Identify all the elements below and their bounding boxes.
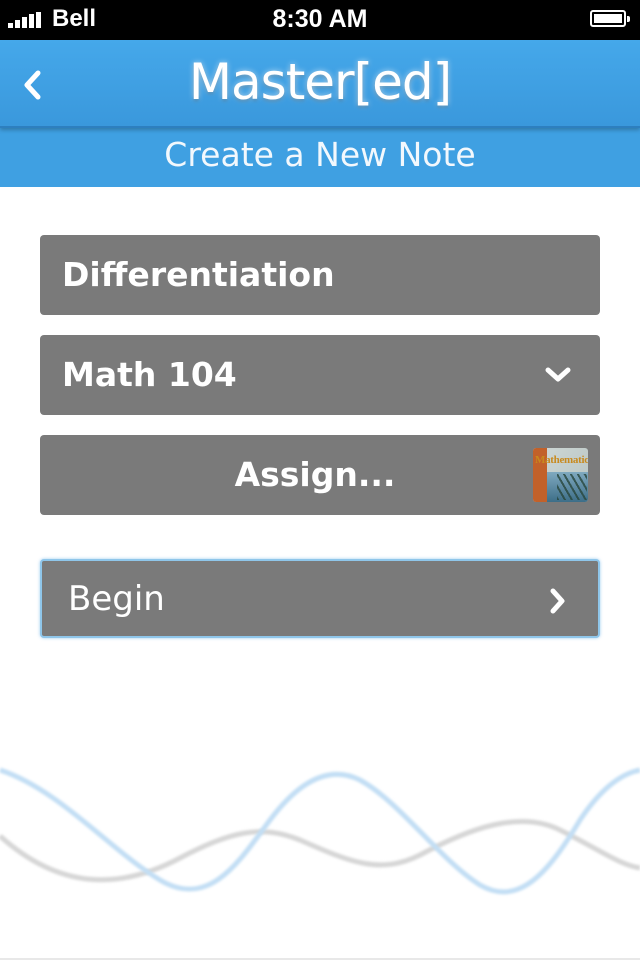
assign-button[interactable]: Assign... Mathematics [40, 435, 600, 515]
page-header: Create a New Note [0, 126, 640, 187]
subject-selected-value: Math 104 [62, 355, 237, 394]
navigation-bar: Master[ed] [0, 40, 640, 128]
page-title: Create a New Note [164, 135, 476, 174]
begin-button[interactable]: Begin [40, 559, 600, 638]
chevron-right-icon [550, 588, 565, 614]
app-title: Master[ed] [188, 53, 452, 111]
battery-icon [590, 10, 630, 27]
book-cover-thumbnail: Mathematics [533, 448, 588, 502]
subject-dropdown[interactable]: Math 104 [40, 335, 600, 415]
status-time: 8:30 AM [272, 5, 368, 33]
begin-label: Begin [68, 579, 165, 619]
assign-label: Assign... [234, 455, 396, 494]
status-bar: Bell 8:30 AM [0, 0, 640, 40]
book-cover-title: Mathematics [535, 454, 588, 466]
note-title-field[interactable]: Differentiation [40, 235, 600, 315]
note-title-value: Differentiation [62, 255, 335, 294]
decorative-waves [0, 767, 640, 895]
blue-wave [0, 767, 640, 895]
chevron-down-icon [545, 367, 571, 382]
